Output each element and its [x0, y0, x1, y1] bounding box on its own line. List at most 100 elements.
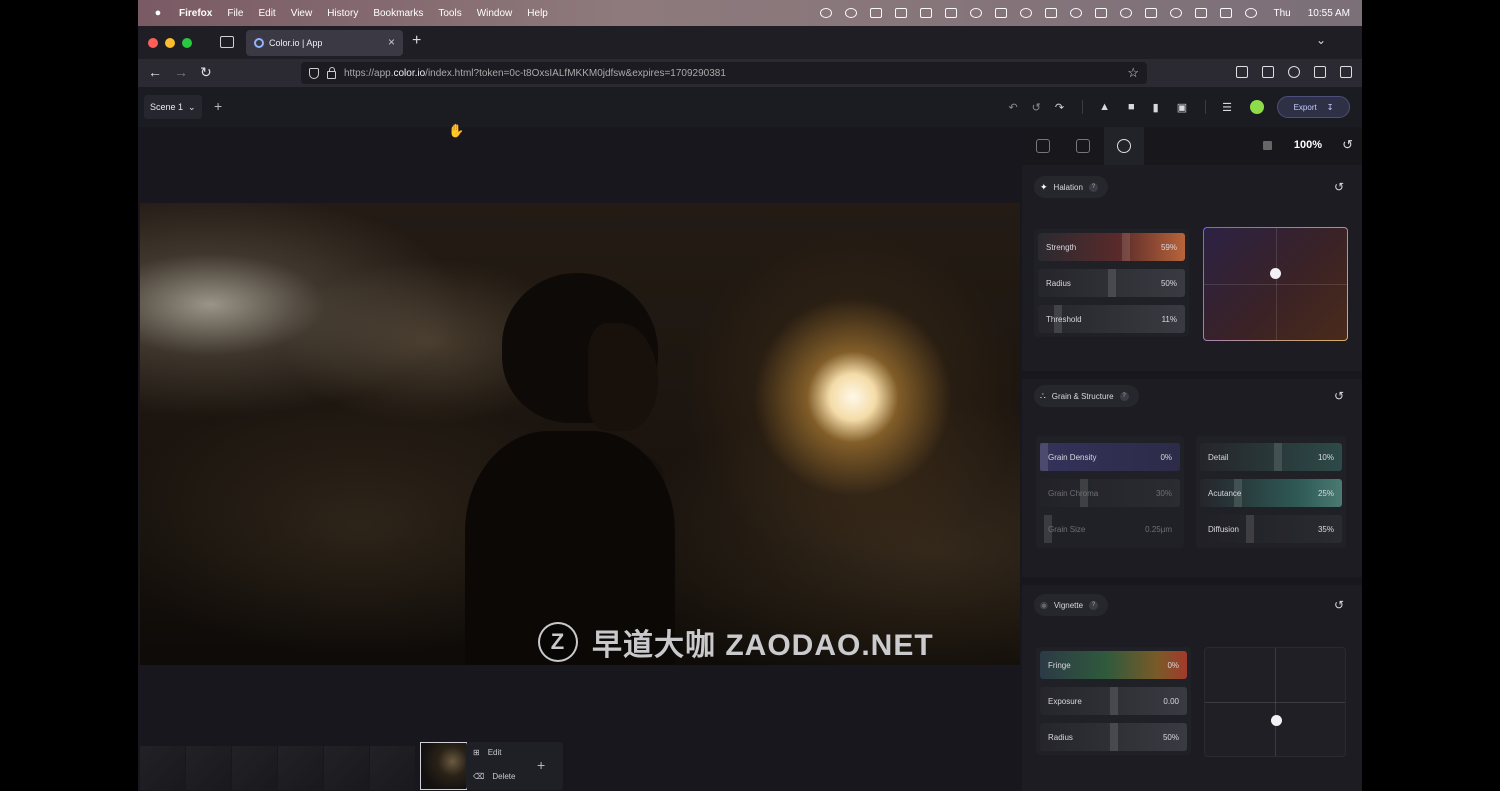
zoom-icon[interactable]	[1263, 141, 1272, 150]
delete-button[interactable]: ⌫ Delete	[473, 772, 515, 781]
status-badge-icon[interactable]	[894, 8, 907, 18]
export-button[interactable]: Export ↧	[1277, 96, 1350, 118]
status-red-icon[interactable]	[1044, 8, 1057, 18]
address-bar[interactable]: https://app. color.io/index.html?token=0c…	[301, 62, 1147, 84]
menu-view[interactable]: View	[291, 8, 313, 19]
tab-color-io[interactable]: Color.io | App ×	[246, 30, 403, 56]
apple-menu-icon[interactable]: ●	[151, 7, 165, 19]
film-thumbnail[interactable]	[324, 746, 369, 790]
radius-slider[interactable]: Radius 50%	[1038, 269, 1185, 297]
reset-halation-icon[interactable]: ↺	[1334, 180, 1344, 194]
diffusion-knob[interactable]	[1246, 515, 1254, 543]
menu-file[interactable]: File	[227, 8, 243, 19]
bookmark-star-icon[interactable]: ☆	[1127, 65, 1139, 81]
extensions-icon[interactable]	[1314, 66, 1326, 78]
tab-fx-icon[interactable]	[1117, 139, 1131, 153]
strength-slider[interactable]: Strength 59%	[1038, 233, 1185, 261]
minimize-window-button[interactable]	[165, 38, 175, 48]
menu-edit[interactable]: Edit	[258, 8, 275, 19]
film-thumbnail[interactable]	[186, 746, 231, 790]
downloads-icon[interactable]	[1262, 66, 1274, 78]
reset-all-icon[interactable]: ↺	[1342, 137, 1353, 153]
account-icon[interactable]	[1288, 66, 1300, 78]
lock-icon[interactable]	[327, 66, 336, 79]
cube-lut-icon[interactable]: ■	[1128, 101, 1135, 113]
fringe-slider[interactable]: Fringe 0%	[1040, 651, 1187, 679]
detail-knob[interactable]	[1274, 443, 1282, 471]
undo-icon[interactable]: ↶	[1008, 101, 1017, 114]
zoom-window-button[interactable]	[182, 38, 192, 48]
status-record-icon[interactable]	[819, 8, 832, 18]
search-icon[interactable]	[1169, 8, 1182, 18]
status-app-icon[interactable]	[844, 8, 857, 18]
strength-knob[interactable]	[1122, 233, 1130, 261]
status-grid-icon[interactable]	[919, 8, 932, 18]
menu-hamburger-icon[interactable]	[1340, 66, 1352, 78]
reset-vignette-icon[interactable]: ↺	[1334, 598, 1344, 612]
preview-image[interactable]	[140, 203, 1020, 665]
bluetooth-icon[interactable]	[1194, 8, 1207, 18]
reload-icon[interactable]: ↻	[200, 64, 212, 81]
help-icon[interactable]: ?	[1119, 391, 1129, 401]
histogram-icon[interactable]: ▲	[1099, 101, 1110, 113]
vignette-radius-slider[interactable]: Radius 50%	[1040, 723, 1187, 751]
vignette-pad-handle[interactable]	[1271, 715, 1282, 726]
compare-split-icon[interactable]: ▮	[1153, 101, 1159, 114]
film-thumbnail[interactable]	[140, 746, 185, 790]
exposure-knob[interactable]	[1110, 687, 1118, 715]
grain-density-knob[interactable]	[1040, 443, 1048, 471]
menu-help[interactable]: Help	[527, 8, 548, 19]
threshold-slider[interactable]: Threshold 11%	[1038, 305, 1185, 333]
menu-app-name[interactable]: Firefox	[179, 8, 212, 19]
wordpress-icon[interactable]	[1019, 8, 1032, 18]
list-tabs-chevron-icon[interactable]: ⌄	[1316, 33, 1326, 47]
vignette-position-pad[interactable]	[1204, 647, 1346, 757]
layers-menu-icon[interactable]: ☰	[1222, 101, 1232, 114]
close-tab-button[interactable]: ×	[388, 35, 395, 49]
help-icon[interactable]: ?	[1089, 600, 1099, 610]
grain-size-slider[interactable]: Grain Size 0.25µm	[1040, 515, 1180, 543]
new-tab-button[interactable]: +	[412, 32, 421, 50]
menu-tools[interactable]: Tools	[438, 8, 461, 19]
film-thumbnail[interactable]	[232, 746, 277, 790]
radius-knob[interactable]	[1108, 269, 1116, 297]
halation-color-pad[interactable]	[1203, 227, 1348, 341]
halation-pad-handle[interactable]	[1270, 268, 1281, 279]
grain-header[interactable]: ∴ Grain & Structure ?	[1034, 385, 1139, 407]
forward-arrow-icon[interactable]: →	[174, 64, 188, 80]
film-thumbnail[interactable]	[370, 746, 415, 790]
reset-grain-icon[interactable]: ↺	[1334, 389, 1344, 403]
vignette-header[interactable]: ◉ Vignette ?	[1034, 594, 1109, 616]
tracking-shield-icon[interactable]	[309, 67, 319, 79]
siri-icon[interactable]	[1244, 8, 1257, 18]
diffusion-slider[interactable]: Diffusion 35%	[1200, 515, 1342, 543]
status-circle-icon[interactable]	[969, 8, 982, 18]
clock-day[interactable]: Thu	[1274, 8, 1291, 19]
redo-icon[interactable]: ↷	[1055, 101, 1064, 114]
edit-button[interactable]: ⊞ Edit	[473, 748, 502, 757]
exposure-slider[interactable]: Exposure 0.00	[1040, 687, 1187, 715]
wifi-icon[interactable]	[1119, 8, 1132, 18]
sidebar-toggle-icon[interactable]	[220, 36, 234, 48]
clock-time[interactable]: 10:55 AM	[1308, 8, 1350, 19]
battery-icon[interactable]	[1094, 8, 1107, 18]
close-window-button[interactable]	[148, 38, 158, 48]
vignette-radius-knob[interactable]	[1110, 723, 1118, 751]
grain-chroma-slider[interactable]: Grain Chroma 30%	[1040, 479, 1180, 507]
back-arrow-icon[interactable]: ←	[148, 64, 162, 80]
zoom-level[interactable]: 100%	[1294, 139, 1322, 151]
grain-density-slider[interactable]: Grain Density 0%	[1040, 443, 1180, 471]
menu-history[interactable]: History	[327, 8, 358, 19]
film-thumbnail-selected[interactable]	[420, 742, 467, 790]
undo-all-icon[interactable]: ↺	[1032, 101, 1041, 114]
detail-slider[interactable]: Detail 10%	[1200, 443, 1342, 471]
display-icon[interactable]	[994, 8, 1007, 18]
status-dot[interactable]	[1250, 100, 1264, 114]
menu-bookmarks[interactable]: Bookmarks	[373, 8, 423, 19]
acutance-slider[interactable]: Acutance 25%	[1200, 479, 1342, 507]
add-scene-button[interactable]: +	[214, 98, 222, 114]
volume-icon[interactable]	[1144, 8, 1157, 18]
scene-selector[interactable]: Scene 1 ⌄	[144, 95, 202, 119]
drive-icon[interactable]	[944, 8, 957, 18]
help-icon[interactable]: ?	[1088, 182, 1098, 192]
